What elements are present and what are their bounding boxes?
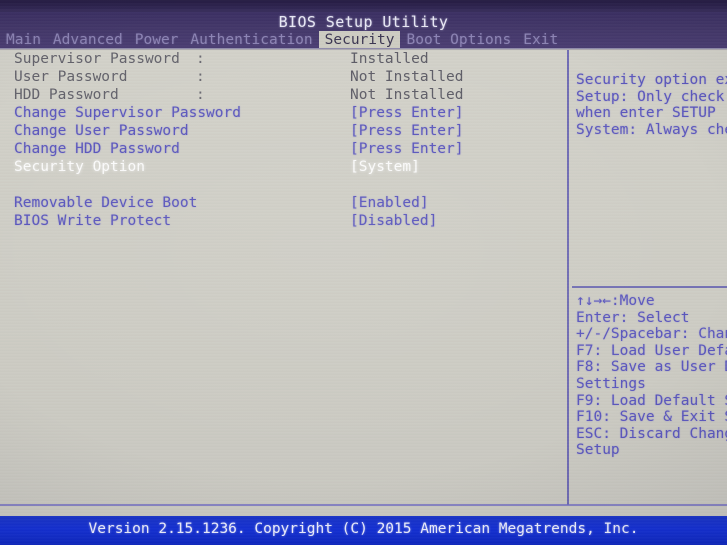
setting-value[interactable]: [Disabled] [350, 212, 437, 230]
tab-boot-options[interactable]: Boot Options [400, 31, 517, 48]
setting-value[interactable]: [Press Enter] [350, 140, 464, 158]
version-string: Version 2.15.1236. Copyright (C) 2015 Am… [88, 521, 639, 537]
setting-label: Security Option [14, 159, 145, 175]
setting-label: Change HDD Password [14, 141, 180, 157]
setting-colon: : [196, 69, 205, 85]
setting-row[interactable]: Change HDD Password [Press Enter] [0, 140, 567, 158]
setting-value: Not Installed [350, 87, 464, 103]
tab-security[interactable]: Security [318, 31, 401, 48]
help-panel: Security option ex Setup: Only check whe… [572, 50, 727, 505]
setting-row[interactable]: Change User Password [Press Enter] [0, 122, 567, 140]
screen-top-bezel [0, 0, 727, 12]
tab-authentication[interactable]: Authentication [184, 31, 318, 48]
setting-row[interactable]: Change Supervisor Password [Press Enter] [0, 104, 567, 122]
setting-row: HDD Password: Not Installed [0, 86, 567, 104]
setting-label: Change User Password [14, 123, 189, 139]
footer-gap [0, 506, 727, 516]
setting-value[interactable]: [Press Enter] [350, 122, 464, 140]
help-description: Security option ex Setup: Only check whe… [576, 72, 727, 138]
setting-row[interactable]: Security Option [System] [0, 158, 567, 176]
setting-label: BIOS Write Protect [14, 213, 172, 229]
settings-spacer [0, 176, 567, 194]
bios-screen: BIOS Setup Utility Main Advanced Power Auth… [0, 0, 727, 545]
setting-colon: : [196, 87, 205, 103]
tab-advanced[interactable]: Advanced [47, 31, 129, 48]
tab-power[interactable]: Power [129, 31, 185, 48]
tab-exit[interactable]: Exit [517, 31, 564, 48]
vertical-divider [567, 50, 569, 505]
setting-label: User Password [14, 69, 128, 85]
page-title: BIOS Setup Utility [278, 13, 449, 31]
setting-row: Supervisor Password: Installed [0, 50, 567, 68]
title-bar: BIOS Setup Utility Main Advanced Power Auth… [0, 12, 727, 48]
settings-list[interactable]: Supervisor Password: Installed User Passwo… [0, 50, 567, 505]
tab-main[interactable]: Main [0, 31, 47, 48]
setting-value: Not Installed [350, 69, 464, 85]
setting-row[interactable]: BIOS Write Protect [Disabled] [0, 212, 567, 230]
footer-bar: Version 2.15.1236. Copyright (C) 2015 Am… [0, 516, 727, 545]
setting-label: Change Supervisor Password [14, 105, 241, 121]
menu-bar[interactable]: Main Advanced Power Authentication Security B… [0, 31, 727, 48]
setting-value[interactable]: [Enabled] [350, 194, 429, 212]
setting-value: Installed [350, 51, 429, 67]
setting-row: User Password: Not Installed [0, 68, 567, 86]
setting-colon: : [196, 51, 205, 67]
setting-value[interactable]: [Press Enter] [350, 104, 464, 122]
setting-label: Removable Device Boot [14, 195, 198, 211]
setting-label: HDD Password [14, 87, 119, 103]
setting-value[interactable]: [System] [350, 158, 420, 176]
key-legend: ↑↓→←:Move Enter: Select +/-/Spacebar: Ch… [576, 293, 727, 459]
setting-row[interactable]: Removable Device Boot [Enabled] [0, 194, 567, 212]
setting-label: Supervisor Password [14, 51, 180, 67]
